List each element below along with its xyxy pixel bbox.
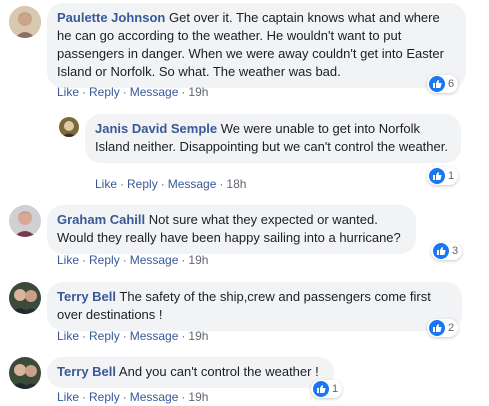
comment-author[interactable]: Graham Cahill [57,212,145,227]
like-icon [433,243,449,259]
comment-bubble: Graham Cahill Not sure what they expecte… [47,205,416,254]
separator-dot: · [181,253,186,267]
separator-dot: · [181,85,186,99]
reply-link[interactable]: Reply [89,390,120,404]
timestamp[interactable]: 18h [226,177,246,191]
like-link[interactable]: Like [57,253,79,267]
reaction-number: 6 [448,78,455,90]
timestamp[interactable]: 19h [188,329,208,343]
comment-text: And you can't control the weather ! [118,364,319,379]
reaction-count[interactable]: 1 [311,380,343,398]
timestamp[interactable]: 19h [188,253,208,267]
comment-author[interactable]: Terry Bell [57,289,116,304]
reaction-count[interactable]: 1 [427,167,459,185]
reaction-count[interactable]: 3 [431,242,463,260]
separator-dot: · [219,177,224,191]
reaction-count[interactable]: 2 [427,319,459,337]
reaction-number: 2 [448,322,455,334]
comment-author[interactable]: Terry Bell [57,364,116,379]
timestamp[interactable]: 19h [188,85,208,99]
reaction-number: 1 [332,383,339,395]
reply-link[interactable]: Reply [89,253,120,267]
message-link[interactable]: Message [130,85,179,99]
separator-dot: · [82,329,87,343]
like-icon [429,76,445,92]
message-link[interactable]: Message [168,177,217,191]
reaction-number: 1 [448,170,455,182]
separator-dot: · [82,390,87,404]
comment-actions: Like · Reply · Message · 19h [57,252,208,268]
like-link[interactable]: Like [57,85,79,99]
message-link[interactable]: Message [130,253,179,267]
separator-dot: · [82,85,87,99]
reply-link[interactable]: Reply [89,329,120,343]
separator-dot: · [160,177,165,191]
like-icon [313,381,329,397]
like-icon [429,168,445,184]
like-icon [429,320,445,336]
separator-dot: · [122,253,127,267]
reply-link[interactable]: Reply [89,85,120,99]
message-link[interactable]: Message [130,390,179,404]
separator-dot: · [181,390,186,404]
separator-dot: · [120,177,125,191]
reaction-count[interactable]: 6 [427,75,459,93]
separator-dot: · [82,253,87,267]
message-link[interactable]: Message [130,329,179,343]
comment-author[interactable]: Janis David Semple [95,121,217,136]
separator-dot: · [122,85,127,99]
comment-actions: Like · Reply · Message · 19h [57,389,208,405]
comment-bubble: Paulette Johnson Get over it. The captai… [47,3,466,88]
comment-bubble: Terry Bell And you can't control the wea… [47,357,334,388]
reaction-number: 3 [452,245,459,257]
comment-bubble: Janis David Semple We were unable to get… [85,114,461,163]
avatar[interactable] [9,6,41,38]
comment-author[interactable]: Paulette Johnson [57,10,165,25]
separator-dot: · [122,329,127,343]
separator-dot: · [122,390,127,404]
comment-actions: Like · Reply · Message · 18h [95,176,246,192]
like-link[interactable]: Like [95,177,117,191]
avatar[interactable] [9,357,41,389]
avatar[interactable] [9,205,41,237]
comment-actions: Like · Reply · Message · 19h [57,84,208,100]
like-link[interactable]: Like [57,390,79,404]
avatar[interactable] [9,282,41,314]
comment-actions: Like · Reply · Message · 19h [57,328,208,344]
reply-link[interactable]: Reply [127,177,158,191]
separator-dot: · [181,329,186,343]
like-link[interactable]: Like [57,329,79,343]
comment-bubble: Terry Bell The safety of the ship,crew a… [47,282,462,331]
timestamp[interactable]: 19h [188,390,208,404]
avatar[interactable] [59,117,79,137]
